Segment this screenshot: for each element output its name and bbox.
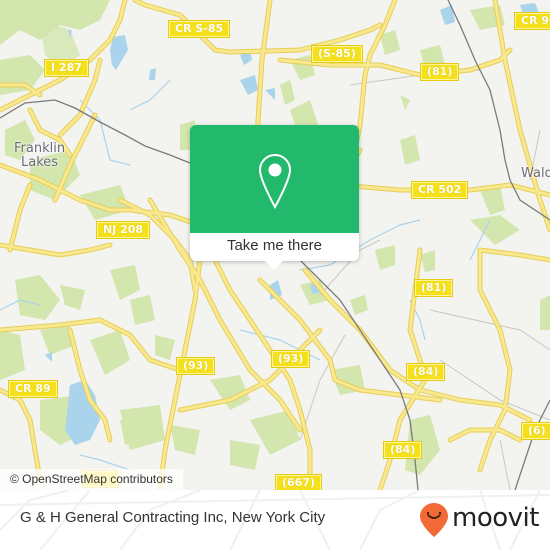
take-me-there-button[interactable]: Take me there	[190, 233, 359, 261]
map-attribution[interactable]: © OpenStreetMap contributors	[0, 469, 183, 490]
moovit-smile-pin-icon	[420, 503, 448, 537]
place-label-waldwick: Wald	[521, 166, 550, 181]
road-shield-cr89: CR 89	[8, 380, 58, 398]
road-shield-667: (667)	[275, 474, 323, 490]
road-shield-cr502: CR 502	[411, 181, 469, 199]
place-title: G & H General Contracting Inc, New York …	[20, 509, 326, 526]
road-shield-cr-s85: CR S-85	[168, 20, 231, 38]
map-pin-icon	[258, 153, 292, 209]
road-shield-s85: (S-85)	[311, 45, 363, 63]
road-shield-93-left: (93)	[176, 357, 216, 375]
road-shield-93-mid: (93)	[271, 350, 311, 368]
road-shield-84-bottom: (84)	[383, 441, 423, 459]
place-label-franklin-lakes: Franklin Lakes	[14, 141, 66, 170]
road-shield-81-top: (81)	[420, 63, 460, 81]
road-shield-i287: I 287	[44, 59, 89, 77]
road-shield-6: (6)	[521, 422, 550, 440]
popup-header	[190, 125, 359, 233]
road-shield-cr90: CR 90	[514, 12, 550, 30]
location-popup: Take me there	[190, 125, 359, 270]
road-shield-nj208: NJ 208	[96, 221, 151, 239]
moovit-wordmark: moovit	[452, 503, 539, 533]
map[interactable]: Franklin Lakes Wald I 287 CR S-85 (S-85)…	[0, 0, 550, 490]
road-shield-81-mid: (81)	[414, 279, 454, 297]
footer: G & H General Contracting Inc, New York …	[0, 490, 550, 550]
popup-pointer	[265, 261, 283, 270]
road-shield-84-top: (84)	[406, 363, 446, 381]
